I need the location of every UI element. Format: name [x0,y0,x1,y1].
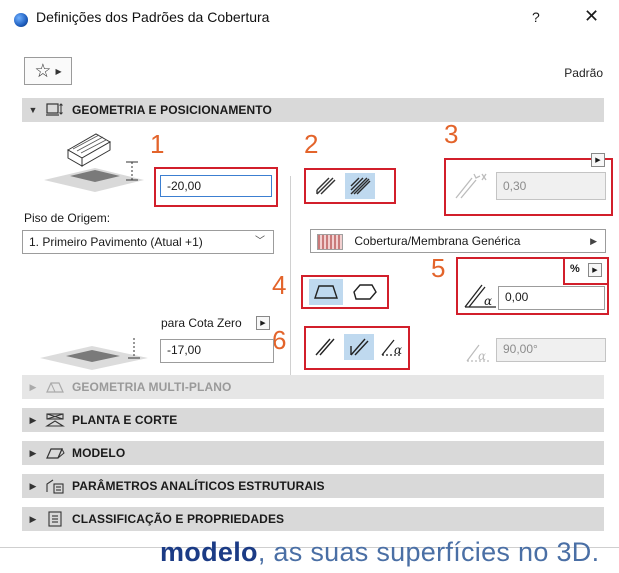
callout-3: 3 [444,119,459,149]
svg-text:α: α [394,343,402,357]
chevron-right-icon: ▶ [29,480,37,491]
favorites-button[interactable]: ☆ ▶ [24,57,72,85]
height-input[interactable]: -20,00 [160,175,272,197]
callout-1: 1 [150,129,165,159]
callout-2: 2 [304,129,319,159]
chevron-right-icon: ▶ [29,447,37,458]
section-label: CLASSIFICAÇÃO E PROPRIEDADES [72,512,285,526]
chevron-down-icon: ▼ [28,105,38,115]
slope-angle-icon: α [462,279,500,311]
svg-text:α: α [478,349,486,363]
window-title: Definições dos Padrões da Cobertura [36,9,270,25]
caption-rest: , as suas superfícies no 3D. [257,537,600,567]
section-classification[interactable]: ▶ CLASSIFICAÇÃO E PROPRIEDADES [22,507,604,531]
section-label: MODELO [72,446,126,460]
edge-angle-input[interactable]: 90,00° [496,338,606,362]
edge-angle-icon: α [464,339,494,365]
play-arrow-icon: ▶ [592,267,598,274]
callout-5: 5 [431,253,446,283]
to-zero-label: para Cota Zero [161,316,242,330]
play-arrow-icon: ▶ [260,320,266,327]
section-structural[interactable]: ▶ PARÂMETROS ANALÍTICOS ESTRUTURAIS [22,474,604,498]
caption-bold: modelo [160,537,258,567]
multiplane-icon [44,379,66,395]
section-label: PARÂMETROS ANALÍTICOS ESTRUTURAIS [72,479,325,493]
chevron-right-icon: ▶ [29,513,37,524]
building-material-select[interactable]: Cobertura/Membrana Genérica ▶ [310,229,606,253]
chevron-right-icon: ▶ [29,414,37,425]
slope-unit-menu-button[interactable]: ▶ [588,263,602,277]
section-multiplane[interactable]: ▶ GEOMETRIA MULTI-PLANO [22,375,604,399]
material-value: Cobertura/Membrana Genérica [354,234,521,248]
chevron-right-icon: ▶ [29,381,37,392]
play-arrow-icon: ▶ [55,66,62,76]
structural-analysis-icon [44,478,66,494]
perpendicular-edge-button[interactable] [344,334,374,360]
section-label: GEOMETRIA E POSICIONAMENTO [72,103,272,117]
roof-level-illustration [40,130,150,194]
slope-input[interactable]: 0,00 [498,286,605,310]
multi-plane-button[interactable] [345,173,375,199]
to-zero-input[interactable]: -17,00 [160,339,274,363]
callout-6: 6 [272,325,287,355]
custom-edge-button[interactable] [348,279,382,305]
title-bar: Definições dos Padrões da Cobertura ? ✕ [0,0,619,38]
home-story-select[interactable]: 1. Primeiro Pavimento (Atual +1) ﹀ [22,230,274,254]
caption-text: modelo, as suas superfícies no 3D. [160,537,599,568]
reference-level-button[interactable]: ▶ [256,316,270,330]
slope-unit-label[interactable]: % [570,263,580,275]
floorplan-icon [44,412,66,428]
geometry-icon [44,102,66,118]
home-story-label: Piso de Origem: [24,211,111,225]
play-arrow-icon: ▶ [595,157,601,164]
classification-icon [44,511,66,527]
thickness-icon [452,170,490,200]
play-arrow-icon: ▶ [590,236,597,246]
section-label: GEOMETRIA MULTI-PLANO [72,380,232,394]
thickness-input[interactable]: 0,30 [496,172,606,200]
trapezoid-edge-button[interactable] [309,279,343,305]
model-icon [44,445,66,461]
zero-level-illustration [38,334,150,372]
close-button[interactable]: ✕ [584,6,599,27]
single-plane-button[interactable] [311,173,341,199]
app-icon [14,13,28,27]
callout-4: 4 [272,270,287,300]
chevron-down-icon: ﹀ [255,236,265,247]
material-swatch-icon [317,233,343,250]
section-model[interactable]: ▶ MODELO [22,441,604,465]
custom-angle-edge-button[interactable]: α [378,334,408,360]
thickness-options-button[interactable]: ▶ [591,153,605,167]
svg-text:α: α [484,294,492,308]
column-divider [290,176,291,376]
star-icon: ☆ [34,60,52,82]
home-story-value: 1. Primeiro Pavimento (Atual +1) [29,235,203,249]
preset-label: Padrão [564,66,603,80]
section-floorplan[interactable]: ▶ PLANTA E CORTE [22,408,604,432]
vertical-edge-button[interactable] [310,334,340,360]
section-geometry[interactable]: ▼ GEOMETRIA E POSICIONAMENTO [22,98,604,122]
section-label: PLANTA E CORTE [72,413,178,427]
help-button[interactable]: ? [532,9,540,25]
